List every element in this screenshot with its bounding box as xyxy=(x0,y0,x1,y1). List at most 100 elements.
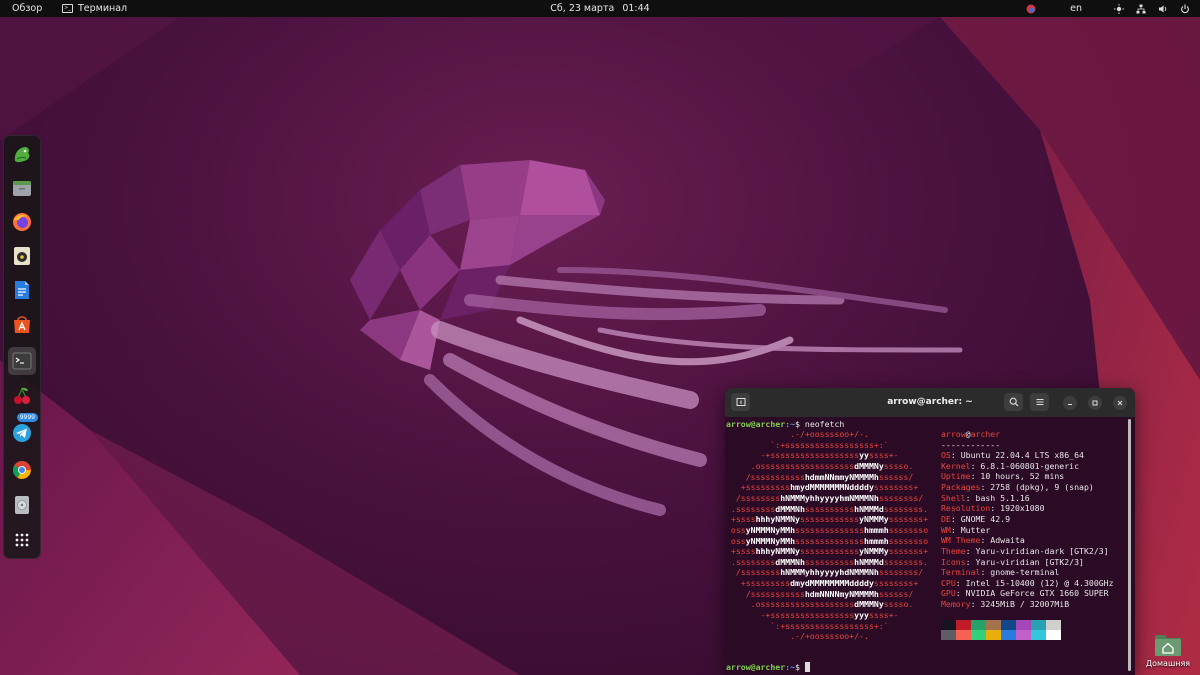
top-bar: Сб, 23 марта 01:44 Обзор >_ Терминал en xyxy=(0,0,1200,17)
activities-button[interactable]: Обзор xyxy=(12,0,42,17)
info-line: DE: GNOME 42.9 xyxy=(941,514,1010,525)
command-text: neofetch xyxy=(804,419,845,429)
info-host: archer xyxy=(970,429,1001,439)
date-text: Сб, 23 марта xyxy=(550,3,615,14)
logo-line: /ssssssssssshdmNNNNmyNMMMMhssssss/ xyxy=(726,588,914,599)
palette-swatch xyxy=(1001,620,1016,630)
palette-swatch xyxy=(956,620,971,630)
info-key: GPU xyxy=(941,588,956,599)
new-tab-icon xyxy=(736,398,745,406)
info-key: Packages xyxy=(941,481,981,492)
dock-item-firefox[interactable] xyxy=(8,208,36,236)
terminal-window[interactable]: arrow@archer: ~ arrow@archer:~$ neofetch xyxy=(725,388,1135,675)
dock-item-writer[interactable] xyxy=(8,276,36,304)
info-value: : NVIDIA GeForce GTX 1660 SUPER xyxy=(955,588,1109,599)
logo-line: /sssssssshNMMMyhhyyyyhdNMMMNhssssssss/ xyxy=(726,567,924,578)
logo-line: ossyNMMMNyMMhsssssssssssssshmmmhssssssso xyxy=(726,524,929,535)
info-line: Kernel: 6.8.1-060801-generic xyxy=(941,461,1079,472)
rhythmbox-icon xyxy=(14,247,30,265)
info-line: Memory: 3245MiB / 32007MiB xyxy=(941,599,1069,610)
palette-swatch xyxy=(986,630,1001,640)
show-applications-button[interactable] xyxy=(8,526,36,554)
dock-item-rhythmbox[interactable] xyxy=(8,242,36,270)
home-folder-label: Домашняя xyxy=(1145,659,1191,668)
search-button[interactable] xyxy=(1004,393,1023,411)
night-light-icon xyxy=(1114,3,1124,14)
info-key: Kernel xyxy=(941,460,971,471)
dock-item-chrome[interactable] xyxy=(8,456,36,484)
logo-line: .-/+oossssoo+/-. xyxy=(726,429,869,439)
info-value: : Mutter xyxy=(950,524,991,535)
info-key: DE xyxy=(941,513,951,524)
logo-line: .ssssssssdMMMNhsssssssssshNMMMdssssssss. xyxy=(726,556,929,567)
system-tray: en xyxy=(1026,0,1190,17)
power-icon[interactable] xyxy=(1180,4,1190,14)
close-button[interactable] xyxy=(1113,396,1127,410)
info-key: Icons xyxy=(941,556,966,567)
dock-item-cherry[interactable] xyxy=(8,382,36,410)
info-line: CPU: Intel i5-10400 (12) @ 4.300GHz xyxy=(941,578,1114,589)
volume-icon xyxy=(1158,4,1168,14)
dock-item-disk[interactable] xyxy=(8,491,36,519)
info-key: Theme xyxy=(941,545,966,556)
palette-swatch xyxy=(971,630,986,640)
maximize-button[interactable] xyxy=(1088,396,1102,410)
info-value: : 3245MiB / 32007MiB xyxy=(970,599,1070,610)
menu-button[interactable] xyxy=(1030,393,1049,411)
dock-item-files[interactable] xyxy=(8,174,36,202)
palette-swatch xyxy=(956,630,971,640)
info-line: Resolution: 1920x1080 xyxy=(941,503,1045,514)
logo-line: +sssssssssdmydMMMMMMMMddddyssssssss+ xyxy=(726,578,919,589)
close-icon xyxy=(1117,400,1123,406)
new-tab-button[interactable] xyxy=(731,393,750,411)
info-value: : Yaru-viridian-dark [GTK2/3] xyxy=(965,545,1109,556)
home-folder-icon xyxy=(1155,635,1181,656)
terminal-icon xyxy=(12,352,32,370)
clock-button[interactable]: Сб, 23 марта 01:44 xyxy=(0,0,1200,17)
logo-line: +ssssssssshmydMMMMMMMNddddyssssssss+ xyxy=(726,482,919,493)
files-icon xyxy=(13,181,31,196)
disk-icon xyxy=(15,496,29,514)
search-icon xyxy=(1009,397,1018,407)
terminal-small-icon: >_ xyxy=(62,4,73,13)
tray-app-icon[interactable] xyxy=(1026,4,1036,14)
palette-swatch xyxy=(986,620,1001,630)
app-menu-button[interactable]: >_ Терминал xyxy=(62,0,127,17)
scrollbar[interactable] xyxy=(1128,419,1131,671)
palette-swatch xyxy=(1016,630,1031,640)
terminal-output[interactable]: arrow@archer:~$ neofetch .-/+oossssoo+/-… xyxy=(725,417,1125,675)
hamburger-icon xyxy=(1036,399,1043,405)
dock-item-telegram[interactable]: 9999 xyxy=(8,413,38,447)
info-value: : 6.8.1-060801-generic xyxy=(970,460,1080,471)
info-value: : GNOME 42.9 xyxy=(950,513,1011,524)
info-line: WM Theme: Adwaita xyxy=(941,535,1025,546)
minimize-button[interactable] xyxy=(1063,396,1077,410)
logo-line: +sssshhhyNMMNyssssssssssssyNMMMysssssss+ xyxy=(726,546,929,557)
unread-badge: 9999 xyxy=(16,413,38,422)
info-value: : Intel i5-10400 (12) @ 4.300GHz xyxy=(955,577,1114,588)
terminal-header-bar[interactable]: arrow@archer: ~ xyxy=(725,388,1135,417)
info-line: Shell: bash 5.1.16 xyxy=(941,493,1030,504)
info-key: CPU xyxy=(941,577,956,588)
desktop-home-folder[interactable]: Домашняя xyxy=(1143,630,1193,668)
prompt-user: arrow@archer xyxy=(726,419,786,429)
info-line: Icons: Yaru-viridian [GTK2/3] xyxy=(941,557,1084,568)
dock-item-software[interactable] xyxy=(8,310,36,338)
network-icon xyxy=(1136,4,1146,14)
app-menu-label: Терминал xyxy=(78,3,128,14)
info-value: : Adwaita xyxy=(980,535,1025,546)
logo-line: ossyNMMMNyMMhsssssssssssssshmmmhssssssso xyxy=(726,535,929,546)
prompt-path: :~ xyxy=(785,419,796,429)
dock-item-terminal[interactable] xyxy=(8,347,36,375)
prompt-path: :~ xyxy=(785,662,796,672)
prompt-user: arrow@archer xyxy=(726,662,786,672)
time-text: 01:44 xyxy=(622,3,650,14)
info-value: : Ubuntu 22.04.4 LTS x86_64 xyxy=(950,450,1084,460)
keyboard-layout-indicator[interactable]: en xyxy=(1070,3,1082,14)
info-line: GPU: NVIDIA GeForce GTX 1660 SUPER xyxy=(941,588,1109,599)
info-key: WM xyxy=(941,524,951,535)
info-key: Memory xyxy=(941,599,971,610)
dock-item-snapcraft[interactable] xyxy=(8,140,36,168)
desktop: Сб, 23 марта 01:44 Обзор >_ Терминал en xyxy=(0,0,1200,675)
prompt-symbol: $ xyxy=(795,419,800,429)
